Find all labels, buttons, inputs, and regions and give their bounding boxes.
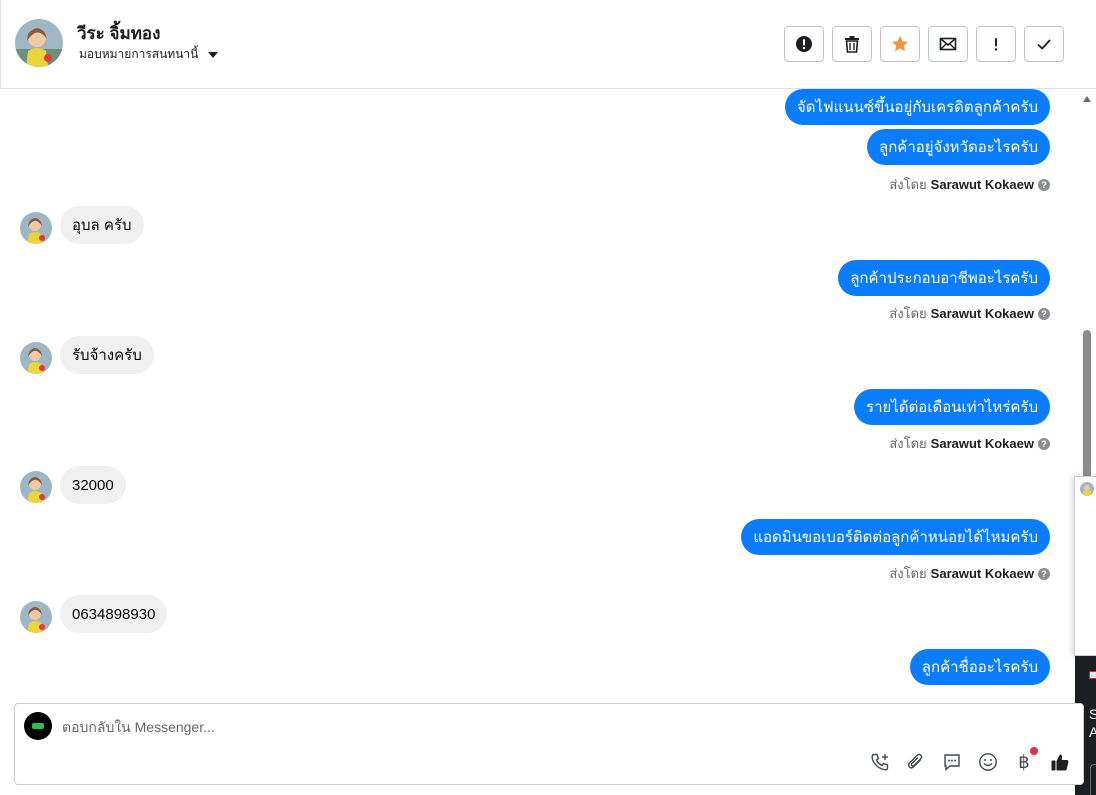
incoming-message: 0634898930 [60, 595, 168, 633]
phone-add-icon [871, 753, 889, 771]
attach-file-button[interactable] [904, 750, 928, 774]
star-icon [892, 36, 908, 52]
sender-name: Sarawut Kokaew [930, 177, 1034, 192]
sent-by-label: ส่งโดย Sarawut Kokaew ? [889, 563, 1050, 584]
caret-down-icon [208, 51, 219, 58]
outgoing-message: ลูกค้าประกอบอาชีพอะไรครับ [838, 260, 1050, 296]
contact-avatar-tiny [1080, 482, 1094, 496]
outgoing-message: แอดมินขอเบอร์ติดต่อลูกค้าหน่อยได้ไหมครับ [741, 519, 1050, 555]
contact-avatar-small [20, 212, 52, 244]
checkmark-icon [1037, 39, 1051, 50]
incoming-message: อุบล ครับ [60, 206, 144, 244]
page-avatar [24, 712, 52, 740]
saved-replies-button[interactable] [940, 750, 964, 774]
like-button[interactable] [1048, 750, 1072, 774]
calendar-icon [1089, 671, 1096, 679]
contact-avatar-small [20, 601, 52, 633]
star-button[interactable] [880, 26, 920, 62]
popup-button-edge[interactable] [1090, 764, 1096, 795]
follow-up-button[interactable] [976, 26, 1016, 62]
side-panel-edge[interactable] [1074, 476, 1096, 656]
trash-icon [845, 36, 859, 53]
contact-avatar-small [20, 342, 52, 374]
sender-name: Sarawut Kokaew [930, 566, 1034, 581]
help-icon[interactable]: ? [1038, 437, 1050, 450]
add-call-button[interactable] [868, 750, 892, 774]
incoming-message: รับจ้างครับ [60, 336, 154, 374]
mark-unread-button[interactable] [928, 26, 968, 62]
help-icon[interactable]: ? [1038, 567, 1050, 580]
outgoing-message: ลูกค้าอยู่จังหวัดอะไรครับ [867, 129, 1050, 165]
exclamation-icon [994, 38, 998, 51]
sender-name: Sarawut Kokaew [930, 436, 1034, 451]
sent-by-prefix: ส่งโดย [889, 177, 927, 192]
baht-payment-icon: ฿ [1018, 751, 1030, 773]
reply-input[interactable] [62, 716, 842, 738]
assign-conversation-dropdown[interactable]: มอบหมายการสนทนานี้ [79, 45, 219, 64]
help-icon[interactable]: ? [1038, 178, 1050, 191]
envelope-icon [939, 37, 957, 51]
sent-by-label: ส่งโดย Sarawut Kokaew ? [889, 174, 1050, 195]
delete-button[interactable] [832, 26, 872, 62]
mark-done-button[interactable] [1024, 26, 1064, 62]
sender-name: Sarawut Kokaew [930, 306, 1034, 321]
outgoing-message: ลูกค้าชื่ออะไรครับ [909, 649, 1050, 685]
conversation-header: วีระ จิ้มทอง มอบหมายการสนทนานี้ [0, 0, 1096, 89]
assign-label: มอบหมายการสนทนานี้ [79, 47, 199, 61]
spam-button[interactable] [784, 26, 824, 62]
message-thread: จัดไฟแนนซ์ขึ้นอยู่กับเครดิตลูกค้าครับ ลู… [0, 89, 1080, 699]
alert-circle-icon [796, 36, 812, 52]
thumbs-up-icon [1051, 754, 1069, 771]
paperclip-icon [907, 753, 923, 769]
conversation-toolbar [784, 26, 1064, 62]
scroll-up-arrow-icon[interactable] [1083, 96, 1091, 102]
outgoing-message: จัดไฟแนนซ์ขึ้นอยู่กับเครดิตลูกค้าครับ [784, 89, 1050, 125]
incoming-message: 32000 [60, 466, 126, 504]
sent-by-label: ส่งโดย Sarawut Kokaew ? [889, 433, 1050, 454]
emoji-button[interactable] [976, 750, 1000, 774]
outgoing-message: รายได้ต่อเดือนเท่าไหร่ครับ [854, 389, 1050, 425]
notification-dot [1030, 747, 1038, 755]
contact-name[interactable]: วีระ จิ้มทอง [77, 20, 160, 47]
popup-text-fragment: A [1089, 724, 1096, 740]
saved-reply-icon [944, 754, 960, 772]
sent-by-label: ส่งโดย Sarawut Kokaew ? [889, 303, 1050, 324]
popup-text-fragment: S [1089, 706, 1096, 722]
emoji-icon [979, 753, 997, 771]
sent-by-prefix: ส่งโดย [889, 436, 927, 451]
help-icon[interactable]: ? [1038, 307, 1050, 320]
sent-by-prefix: ส่งโดย [889, 306, 927, 321]
contact-avatar-small [20, 471, 52, 503]
contact-avatar[interactable] [15, 19, 63, 67]
sent-by-prefix: ส่งโดย [889, 566, 927, 581]
